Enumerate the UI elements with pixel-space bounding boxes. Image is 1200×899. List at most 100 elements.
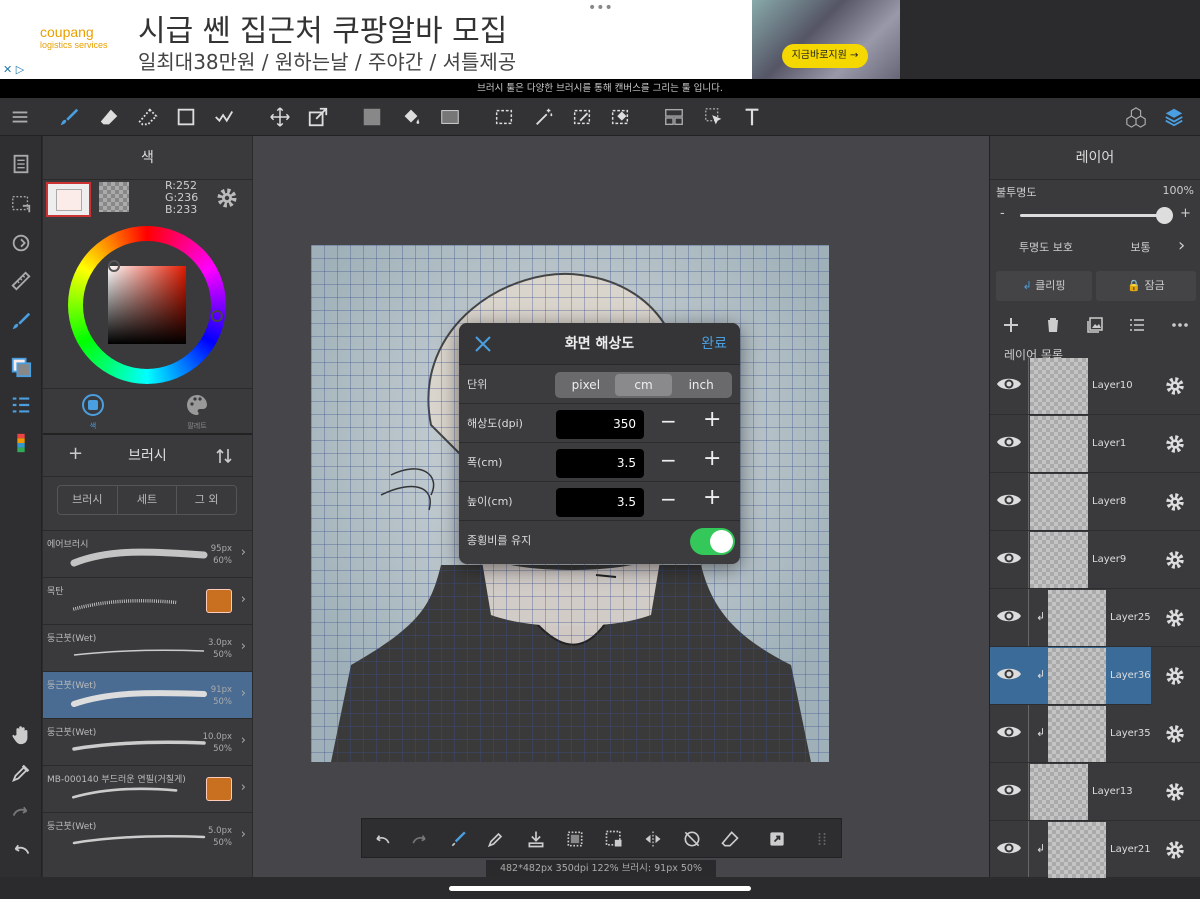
layer-row[interactable]: ↲ Layer35 — [990, 705, 1200, 763]
layer-thumbnail[interactable] — [1030, 474, 1088, 530]
layer-settings-gear-icon[interactable] — [1164, 549, 1186, 575]
height-increment-button[interactable]: + — [703, 485, 721, 510]
layer-thumbnail[interactable] — [1048, 590, 1106, 646]
transform-tool-icon[interactable] — [304, 103, 332, 131]
layer-row[interactable]: ↲ Layer21 — [990, 821, 1200, 879]
brush-item[interactable]: 둥근붓(Wet) 3.0px 50% › — [43, 624, 252, 671]
layer-settings-gear-icon[interactable] — [1164, 433, 1186, 459]
brush-item[interactable]: MB-000140 부드러운 연필(거칠게) › — [43, 765, 252, 812]
tab-palette[interactable]: 팔레트 — [185, 393, 209, 431]
frame-divider-icon[interactable] — [660, 103, 688, 131]
unit-cm-option[interactable]: cm — [614, 374, 673, 396]
ad-cta-button[interactable]: 지금바로지원 → — [782, 44, 868, 68]
visibility-eye-icon[interactable] — [996, 606, 1022, 630]
height-input[interactable]: 3.5 — [556, 488, 644, 517]
gradient-tool-icon[interactable] — [436, 103, 464, 131]
layer-image-icon[interactable] — [1086, 316, 1104, 338]
fill-color-icon[interactable] — [358, 103, 386, 131]
layer-thumbnail[interactable] — [1030, 532, 1088, 588]
ad-title[interactable]: 시급 쎈 집근처 쿠팡알바 모집 — [138, 6, 507, 50]
share-icon[interactable] — [765, 827, 789, 851]
eyedropper-icon[interactable] — [484, 827, 508, 851]
chevron-right-icon[interactable]: › — [241, 733, 246, 748]
chevron-right-icon[interactable]: › — [241, 780, 246, 795]
tab-set[interactable]: 세트 — [118, 486, 178, 514]
layer-settings-gear-icon[interactable] — [1164, 723, 1186, 749]
opacity-minus-button[interactable]: - — [1000, 206, 1005, 221]
rotate-icon[interactable] — [7, 229, 35, 257]
sv-handle[interactable] — [108, 260, 120, 272]
layer-row[interactable]: Layer13 — [990, 763, 1200, 821]
deselect-icon[interactable] — [602, 827, 626, 851]
tab-color[interactable]: 색 — [81, 393, 105, 431]
redo-icon[interactable] — [7, 797, 35, 825]
opacity-slider-knob[interactable] — [1156, 207, 1173, 224]
hand-tool-icon[interactable] — [7, 721, 35, 749]
chevron-right-icon[interactable]: › — [241, 639, 246, 654]
visibility-eye-icon[interactable] — [996, 432, 1022, 456]
layer-row[interactable]: Layer10 — [990, 357, 1200, 415]
foreground-color-swatch[interactable] — [46, 182, 91, 217]
add-layer-icon[interactable] — [1002, 316, 1020, 338]
page-icon[interactable] — [7, 150, 35, 178]
saturation-value-square[interactable] — [108, 266, 186, 344]
unit-pixel-option[interactable]: pixel — [557, 374, 615, 396]
visibility-eye-icon[interactable] — [996, 664, 1022, 688]
layer-thumbnail[interactable] — [1048, 648, 1106, 704]
chevron-right-icon[interactable]: › — [241, 686, 246, 701]
dpi-input[interactable]: 350 — [556, 410, 644, 439]
select-rect-icon[interactable] — [490, 103, 518, 131]
save-icon[interactable] — [524, 827, 548, 851]
brush-item[interactable]: 에어브러시 95px 60% › — [43, 530, 252, 577]
video-badge-icon[interactable] — [206, 589, 232, 613]
layer-settings-gear-icon[interactable] — [1164, 607, 1186, 633]
layer-settings-gear-icon[interactable] — [1164, 839, 1186, 865]
brush-list-icon[interactable] — [7, 391, 35, 419]
layer-settings-gear-icon[interactable] — [1164, 375, 1186, 401]
ad-banner[interactable]: coupang logistics services 시급 쎈 집근처 쿠팡알바… — [0, 0, 900, 79]
width-input[interactable]: 3.5 — [556, 449, 644, 478]
visibility-eye-icon[interactable] — [996, 838, 1022, 862]
select-eraser-icon[interactable] — [606, 103, 634, 131]
ruler-icon[interactable] — [7, 267, 35, 295]
layer-thumbnail[interactable] — [1048, 706, 1106, 762]
video-badge-icon[interactable] — [206, 777, 232, 801]
visibility-eye-icon[interactable] — [996, 780, 1022, 804]
ad-choices-icon[interactable]: ✕ ▷ — [3, 63, 24, 76]
snap-pen-icon[interactable] — [447, 827, 471, 851]
layers-icon[interactable] — [1160, 103, 1188, 131]
layer-row-selected[interactable]: ↲ Layer36 — [990, 647, 1184, 705]
layer-row[interactable]: Layer8 — [990, 473, 1200, 531]
undo-icon[interactable] — [370, 827, 394, 851]
select-all-icon[interactable] — [563, 827, 587, 851]
brush-item[interactable]: 둥근붓(Wet) 5.0px 50% › — [43, 812, 252, 859]
drag-handle-icon[interactable] — [810, 827, 834, 851]
blend-mode-button[interactable]: 보통 — [1098, 233, 1183, 263]
select-pen-icon[interactable] — [568, 103, 596, 131]
layer-color-icon[interactable] — [7, 429, 35, 457]
hue-handle[interactable] — [211, 310, 223, 322]
undo-icon[interactable] — [7, 835, 35, 863]
home-indicator[interactable] — [449, 886, 751, 891]
opacity-plus-button[interactable]: + — [1180, 206, 1191, 221]
height-decrement-button[interactable]: − — [660, 487, 677, 511]
dpi-increment-button[interactable]: + — [703, 407, 721, 432]
selection-icon[interactable] — [7, 190, 35, 218]
sort-icon[interactable] — [216, 447, 232, 469]
eyedropper-icon[interactable] — [7, 759, 35, 787]
move-tool-icon[interactable] — [266, 103, 294, 131]
ad-subtitle[interactable]: 일최대38만원 / 원하는날 / 주야간 / 셔틀제공 — [138, 46, 516, 75]
chevron-right-icon[interactable]: › — [241, 827, 246, 842]
shape-tool-icon[interactable] — [172, 103, 200, 131]
eraser-icon[interactable] — [718, 827, 742, 851]
visibility-eye-icon[interactable] — [996, 722, 1022, 746]
chevron-right-icon[interactable]: › — [241, 592, 246, 607]
tab-other[interactable]: 그 외 — [177, 486, 236, 514]
layer-row[interactable]: Layer9 — [990, 531, 1200, 589]
layer-row[interactable]: ↲ Layer25 — [990, 589, 1200, 647]
layer-thumbnail[interactable] — [1030, 764, 1088, 820]
visibility-eye-icon[interactable] — [996, 490, 1022, 514]
layer-settings-gear-icon[interactable] — [1164, 491, 1186, 517]
bucket-tool-icon[interactable] — [397, 103, 425, 131]
lock-button[interactable]: 🔒 잠금 — [1096, 271, 1196, 301]
